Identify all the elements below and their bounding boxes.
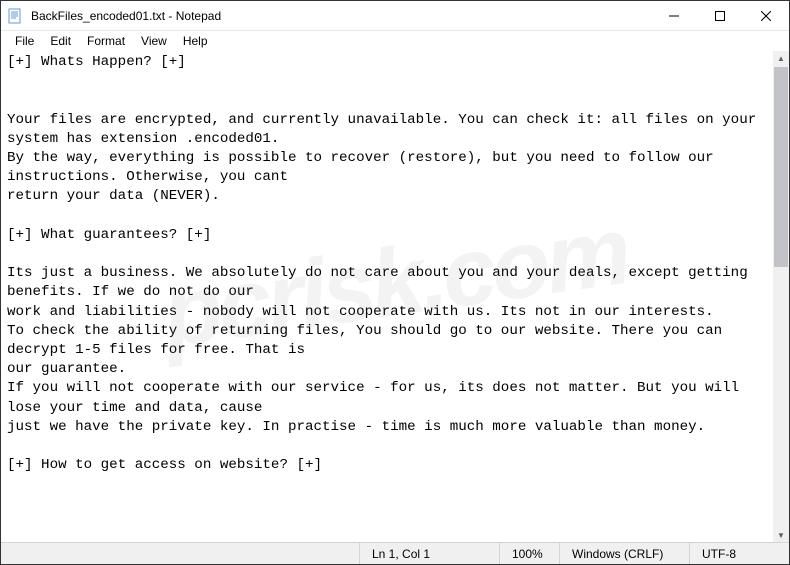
scroll-thumb[interactable] [774,67,788,267]
menu-edit[interactable]: Edit [42,33,79,49]
statusbar: Ln 1, Col 1 100% Windows (CRLF) UTF-8 [1,542,789,564]
app-icon [1,8,29,24]
vertical-scrollbar[interactable]: ▲ ▼ [773,51,789,542]
maximize-button[interactable] [697,1,743,30]
menubar: File Edit Format View Help [1,31,789,51]
menu-file[interactable]: File [7,33,42,49]
status-lineending: Windows (CRLF) [559,543,689,564]
editor-area: [+] Whats Happen? [+] Your files are enc… [1,51,789,542]
scroll-up-arrow[interactable]: ▲ [773,51,789,65]
status-encoding: UTF-8 [689,543,789,564]
notepad-window: BackFiles_encoded01.txt - Notepad File E… [0,0,790,565]
minimize-button[interactable] [651,1,697,30]
window-title: BackFiles_encoded01.txt - Notepad [29,9,651,23]
window-controls [651,1,789,30]
text-content[interactable]: [+] Whats Happen? [+] Your files are enc… [1,51,773,542]
menu-view[interactable]: View [133,33,175,49]
close-button[interactable] [743,1,789,30]
menu-help[interactable]: Help [175,33,216,49]
menu-format[interactable]: Format [79,33,133,49]
status-zoom: 100% [499,543,559,564]
status-position: Ln 1, Col 1 [359,543,499,564]
titlebar[interactable]: BackFiles_encoded01.txt - Notepad [1,1,789,31]
scroll-down-arrow[interactable]: ▼ [773,528,789,542]
